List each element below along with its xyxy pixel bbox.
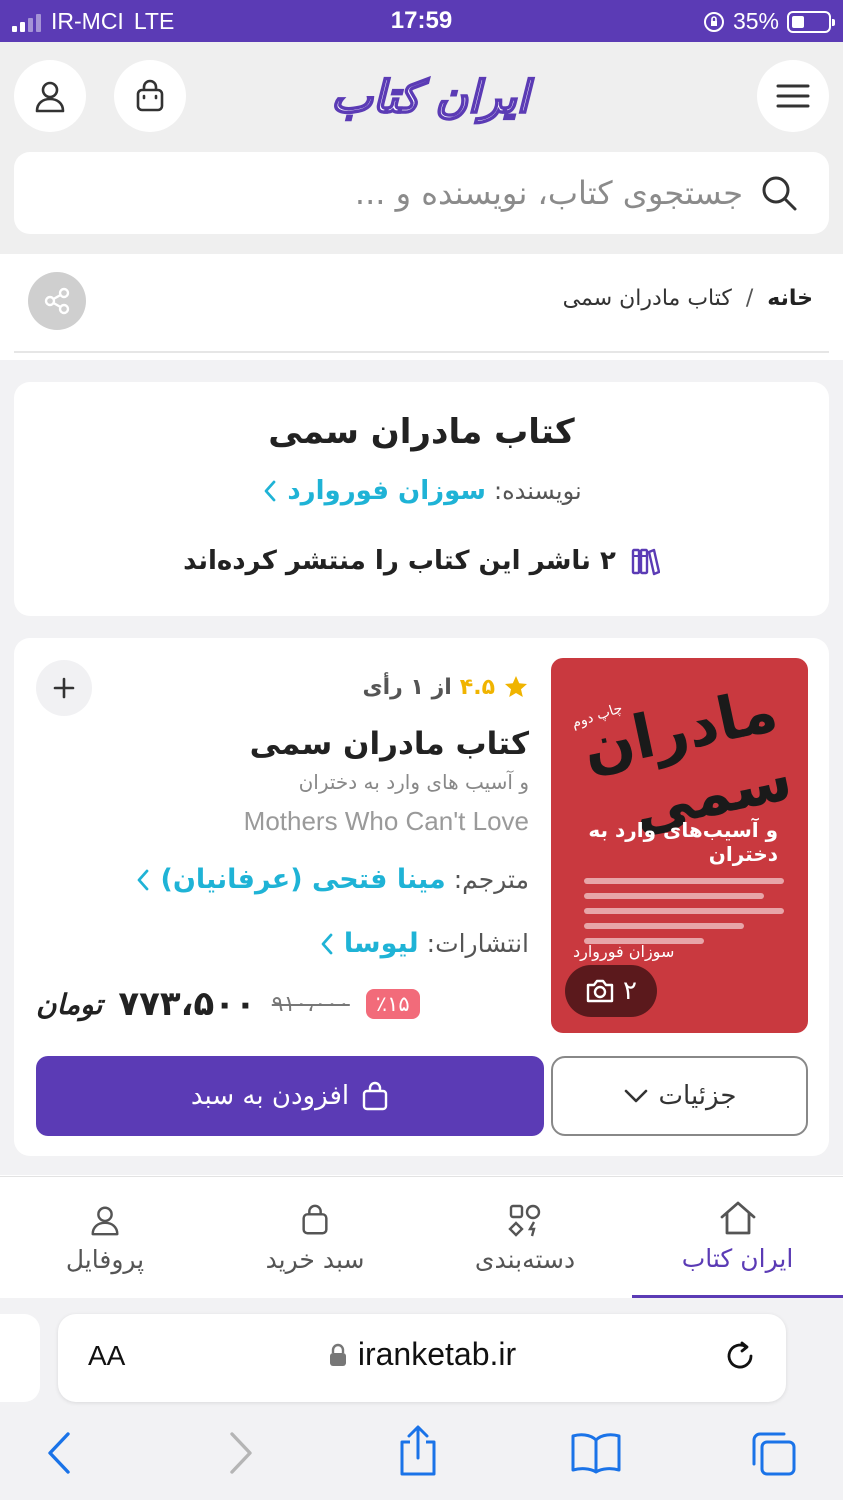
book-summary-card: کتاب مادران سمی نویسنده: سوزان فوروارد ۲…: [14, 382, 829, 616]
author-line: نویسنده: سوزان فوروارد: [14, 476, 829, 506]
product-english-title: Mothers Who Can't Love: [243, 806, 529, 836]
author-link[interactable]: سوزان فوروارد: [287, 476, 486, 506]
tabs-icon[interactable]: [748, 1430, 798, 1478]
bag-icon: [136, 79, 164, 112]
rating-votes: از ۱ رأی: [362, 674, 452, 700]
bag-icon: [362, 1081, 388, 1111]
battery-percent: 35%: [732, 8, 779, 34]
breadcrumb-current: کتاب مادران سمی: [562, 286, 732, 311]
tab-label: دسته‌بندی: [474, 1244, 576, 1274]
old-price: ۹۱۰،۰۰۰: [271, 991, 350, 1017]
tab-profile[interactable]: پروفایل: [0, 1177, 210, 1299]
bookmarks-icon[interactable]: [570, 1430, 622, 1474]
menu-button[interactable]: [757, 60, 829, 132]
photo-count: ۲: [623, 976, 637, 1006]
back-icon[interactable]: [44, 1430, 74, 1476]
user-icon: [35, 81, 65, 113]
orientation-lock-icon: [703, 11, 724, 32]
home-icon: [720, 1201, 755, 1234]
tab-home[interactable]: ایران کتاب: [632, 1177, 843, 1299]
battery-icon: [787, 10, 835, 33]
add-to-cart-button[interactable]: افزودن به سبد: [36, 1056, 544, 1136]
hamburger-icon: [776, 84, 810, 108]
product-subtitle: و آسیب های وارد به دختران: [298, 770, 529, 794]
details-button[interactable]: جزئیات: [551, 1056, 808, 1136]
currency-label: تومان: [36, 987, 103, 1021]
category-icon: [508, 1204, 541, 1237]
page-title: کتاب مادران سمی: [268, 412, 575, 452]
tab-label: سبد خرید: [265, 1244, 365, 1274]
site-header: ایران کتاب جستجوی کتاب، نویسنده و ...: [0, 42, 843, 254]
search-bar[interactable]: جستجوی کتاب، نویسنده و ...: [14, 152, 829, 234]
profile-button[interactable]: [14, 60, 86, 132]
lock-icon: [329, 1343, 346, 1366]
breadcrumb: خانه / کتاب مادران سمی: [563, 286, 813, 311]
publisher-line: انتشارات: لیوسا: [318, 928, 529, 959]
rating-score: ۴.۵: [459, 674, 495, 700]
author-label: نویسنده:: [494, 477, 582, 505]
price-row: تومان ۷۷۳،۵۰۰ ۹۱۰،۰۰۰ ٪۱۵: [36, 984, 420, 1024]
star-icon: [505, 676, 527, 697]
books-icon: [631, 548, 660, 576]
address-bar[interactable]: AA iranketab.ir: [58, 1314, 786, 1402]
camera-icon: [586, 979, 614, 1003]
tab-cart[interactable]: سبد خرید: [210, 1177, 420, 1299]
chevron-left-icon[interactable]: [318, 931, 336, 957]
translator-label: مترجم:: [453, 865, 529, 894]
tab-label: ایران کتاب: [681, 1243, 794, 1273]
share-sheet-icon[interactable]: [396, 1424, 440, 1478]
tab-label: پروفایل: [65, 1244, 145, 1274]
details-label: جزئیات: [658, 1081, 737, 1111]
product-card: چاپ دوم مادران سمی و آسیب‌های وارد به دخ…: [14, 638, 829, 1156]
chevron-left-icon[interactable]: [134, 867, 152, 893]
forward-icon[interactable]: [226, 1430, 256, 1476]
discount-badge: ٪۱۵: [365, 989, 420, 1019]
publisher-label: انتشارات:: [426, 929, 529, 958]
bottom-tab-bar: پروفایل سبد خرید دسته‌بندی ایران کتاب: [0, 1176, 843, 1299]
book-cover[interactable]: چاپ دوم مادران سمی و آسیب‌های وارد به دخ…: [551, 658, 808, 1033]
publishers-count-text: ۲ ناشر این کتاب را منتشر کرده‌اند: [183, 546, 616, 576]
chevron-left-icon[interactable]: [261, 478, 279, 504]
add-to-cart-label: افزودن به سبد: [190, 1081, 350, 1111]
browser-nav: [0, 1424, 843, 1484]
publisher-link[interactable]: لیوسا: [344, 928, 419, 959]
bag-icon: [302, 1204, 328, 1234]
chevron-down-icon: [624, 1089, 647, 1103]
breadcrumb-home[interactable]: خانه: [767, 286, 813, 311]
browser-toolbar: AA iranketab.ir: [0, 1298, 843, 1500]
reload-icon[interactable]: [720, 1336, 760, 1376]
tab-categories[interactable]: دسته‌بندی: [420, 1177, 630, 1299]
share-button[interactable]: [28, 272, 86, 330]
cover-author: سوزان فوروارد: [573, 942, 675, 961]
status-bar: IR-MCI LTE 17:59 35%: [0, 0, 843, 42]
current-price: ۷۷۳،۵۰۰: [118, 984, 256, 1024]
translator-line: مترجم: مینا فتحی (عرفانیان): [134, 864, 529, 895]
share-icon: [44, 287, 70, 315]
plus-icon: [53, 677, 75, 699]
rating: ۴.۵ از ۱ رأی: [362, 674, 529, 700]
divider: [14, 351, 829, 353]
cart-button[interactable]: [114, 60, 186, 132]
user-icon: [91, 1205, 119, 1235]
site-logo[interactable]: ایران کتاب: [310, 70, 550, 124]
breadcrumb-separator: /: [745, 286, 754, 311]
url-text: iranketab.ir: [357, 1336, 517, 1372]
photo-count-badge[interactable]: ۲: [565, 965, 657, 1017]
product-title[interactable]: کتاب مادران سمی: [250, 726, 529, 762]
search-icon: [762, 176, 797, 211]
url-display[interactable]: iranketab.ir: [58, 1336, 786, 1373]
translator-link[interactable]: مینا فتحی (عرفانیان): [160, 864, 445, 895]
publishers-line[interactable]: ۲ ناشر این کتاب را منتشر کرده‌اند: [14, 546, 829, 576]
cover-subtitle: و آسیب‌های وارد به دختران: [588, 818, 778, 866]
status-right: 35%: [703, 8, 835, 35]
add-to-list-button[interactable]: [36, 660, 92, 716]
search-placeholder[interactable]: جستجوی کتاب، نویسنده و ...: [355, 174, 743, 212]
previous-tab-preview[interactable]: [0, 1314, 40, 1402]
